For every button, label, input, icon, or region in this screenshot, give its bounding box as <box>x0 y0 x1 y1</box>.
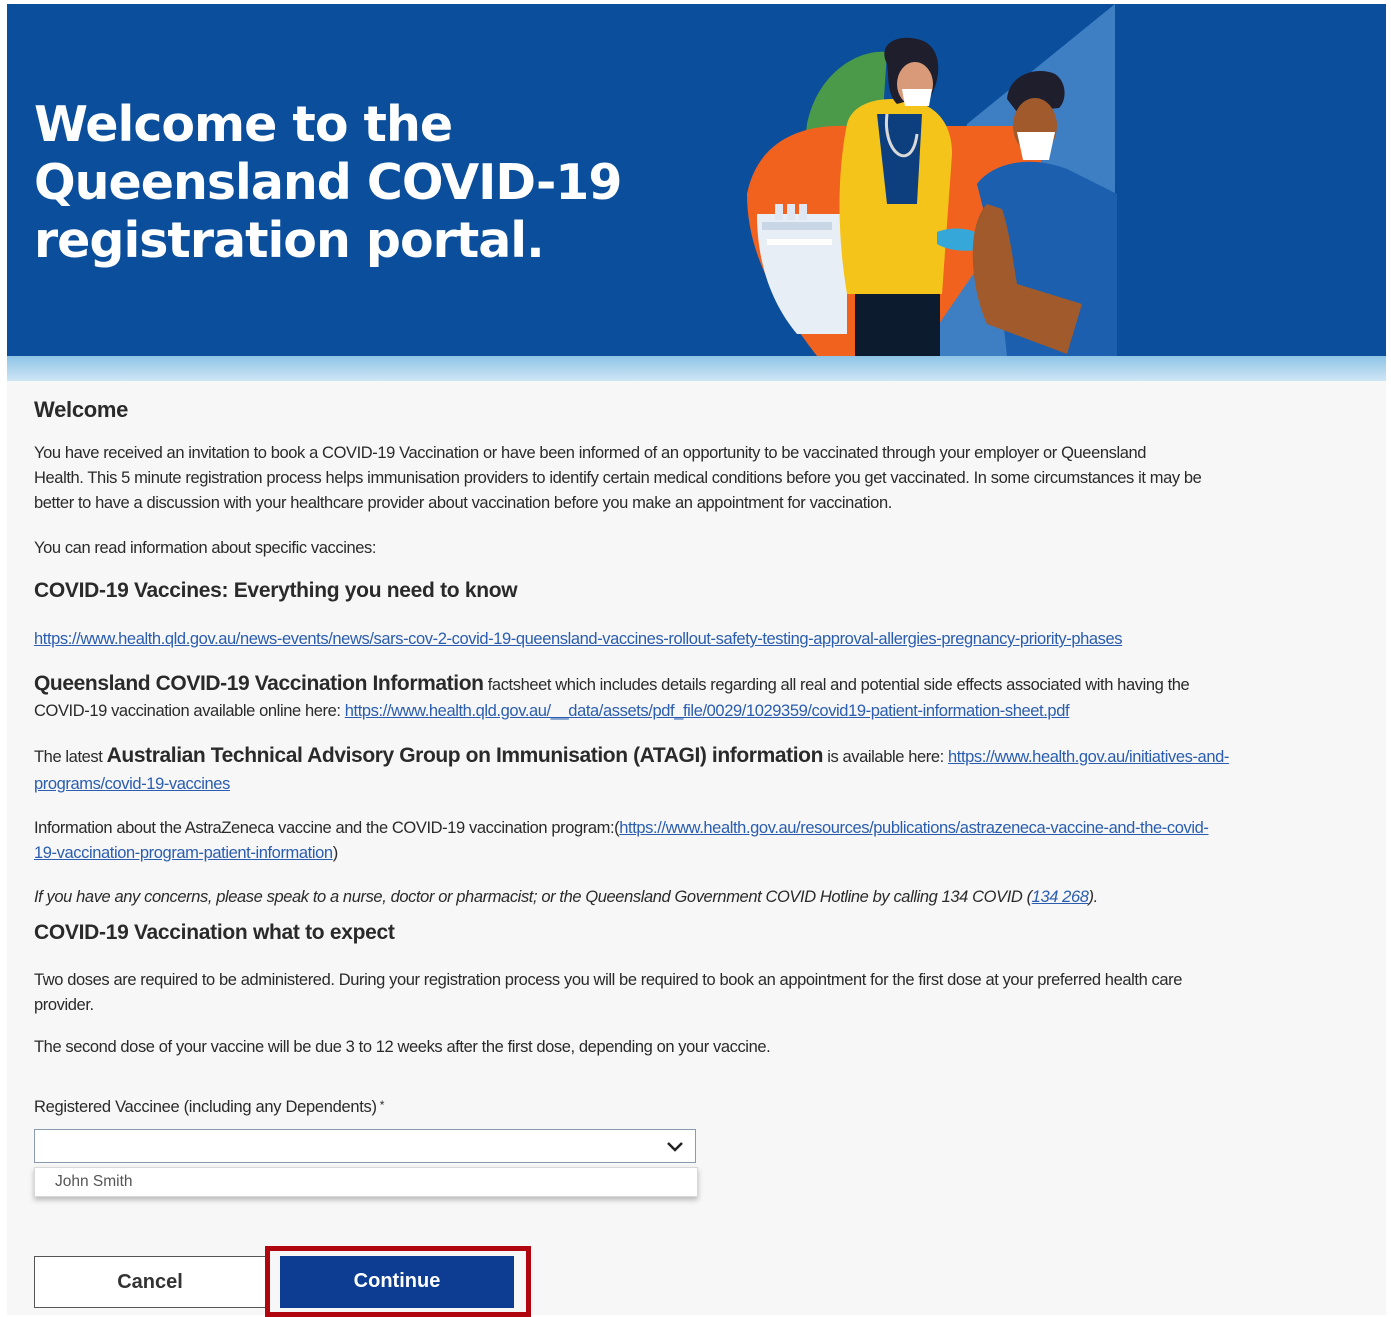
title-line-2: Queensland COVID-19 <box>34 154 623 211</box>
qld-info-line-2: COVID-19 vaccination available online he… <box>34 699 1070 724</box>
vaccinee-label-text: Registered Vaccinee (including any Depen… <box>34 1098 377 1116</box>
intro-line-2: Health. This 5 minute registration proce… <box>34 469 1202 487</box>
vaccines-info-link[interactable]: https://www.health.qld.gov.au/news-event… <box>34 630 1123 648</box>
page-title: Welcome to the Queensland COVID-19 regis… <box>34 96 674 270</box>
doses-line-1: Two doses are required to be administere… <box>34 971 1183 989</box>
read-info-text: You can read information about specific … <box>34 539 377 557</box>
vaccination-illustration <box>747 4 1117 356</box>
astrazeneca-link-part-2[interactable]: 19-vaccination-program-patient-informati… <box>34 844 333 862</box>
welcome-heading: Welcome <box>34 397 129 422</box>
atagi-link-part-2[interactable]: programs/covid-19-vaccines <box>34 775 230 793</box>
hotline-phone-link[interactable]: 134 268 <box>1032 888 1089 906</box>
qld-info-line-1: Queensland COVID-19 Vaccination Informat… <box>34 671 1190 698</box>
astrazeneca-link-part-1[interactable]: https://www.health.gov.au/resources/publ… <box>619 819 1209 837</box>
atagi-suffix: is available here: <box>823 748 949 766</box>
astrazeneca-line-1: Information about the AstraZeneca vaccin… <box>34 816 1209 841</box>
vaccinee-select[interactable] <box>34 1129 696 1163</box>
atagi-link-part-1[interactable]: https://www.health.gov.au/initiatives-an… <box>948 748 1229 766</box>
concerns-text-line: If you have any concerns, please speak t… <box>34 885 1098 910</box>
atagi-prefix: The latest <box>34 748 107 766</box>
dropdown-option-john-smith[interactable]: John Smith <box>55 1173 133 1191</box>
intro-line-3: better to have a discussion with your he… <box>34 494 892 512</box>
title-line-1: Welcome to the <box>34 96 453 153</box>
qld-info-title: Queensland COVID-19 Vaccination Informat… <box>34 672 484 695</box>
vaccinee-dropdown-list: John Smith <box>34 1167 698 1197</box>
required-marker: * <box>379 1098 385 1112</box>
chevron-down-icon <box>667 1142 683 1152</box>
page: Welcome to the Queensland COVID-19 regis… <box>7 4 1386 1317</box>
qld-info-text-a: factsheet which includes details regardi… <box>483 676 1190 694</box>
atagi-title: Australian Technical Advisory Group on I… <box>106 744 824 767</box>
concerns-text: If you have any concerns, please speak t… <box>34 888 1032 906</box>
atagi-line-1: The latest Australian Technical Advisory… <box>34 743 1229 770</box>
astrazeneca-close: ) <box>332 844 339 862</box>
qld-info-text-b: COVID-19 vaccination available online he… <box>34 702 345 720</box>
vaccinee-field-label: Registered Vaccinee (including any Depen… <box>34 1098 384 1117</box>
hero-banner: Welcome to the Queensland COVID-19 regis… <box>7 4 1386 356</box>
concerns-close: ). <box>1088 888 1099 906</box>
astrazeneca-text: Information about the AstraZeneca vaccin… <box>34 819 620 837</box>
vaccines-heading: COVID-19 Vaccines: Everything you need t… <box>34 579 518 602</box>
hero-divider <box>7 356 1386 381</box>
qld-factsheet-link[interactable]: https://www.health.qld.gov.au/__data/ass… <box>345 702 1070 720</box>
expect-heading: COVID-19 Vaccination what to expect <box>34 921 395 944</box>
doses-line-2: provider. <box>34 996 94 1014</box>
intro-line-1: You have received an invitation to book … <box>34 444 1147 462</box>
continue-button[interactable]: Continue <box>280 1256 514 1308</box>
title-line-3: registration portal. <box>34 212 545 269</box>
cancel-button[interactable]: Cancel <box>34 1256 266 1308</box>
second-dose-text: The second dose of your vaccine will be … <box>34 1038 771 1056</box>
astrazeneca-line-2: 19-vaccination-program-patient-informati… <box>34 841 338 866</box>
